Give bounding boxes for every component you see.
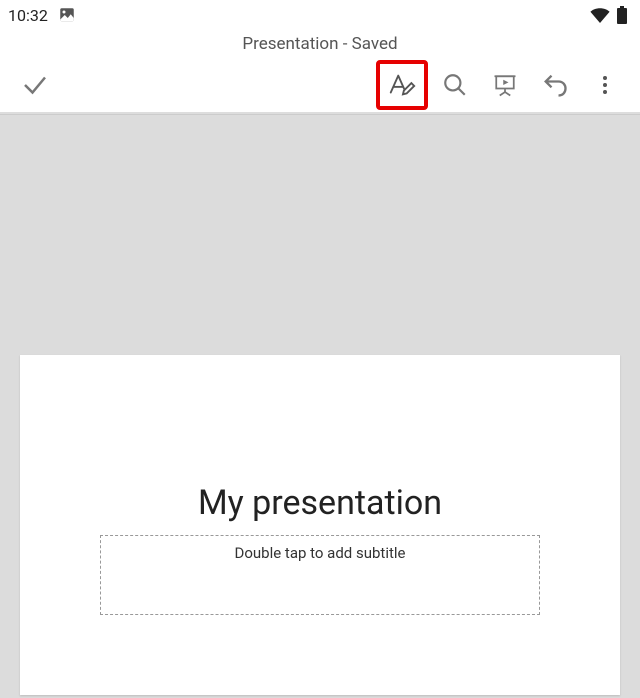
- more-vertical-icon: [593, 73, 617, 97]
- edit-text-button-highlight: [376, 60, 428, 110]
- search-button[interactable]: [430, 61, 480, 109]
- toolbar: [0, 58, 640, 114]
- undo-button[interactable]: [530, 61, 580, 109]
- undo-icon: [541, 71, 569, 99]
- battery-icon: [616, 6, 628, 24]
- image-icon: [58, 6, 76, 24]
- slide[interactable]: My presentation Double tap to add subtit…: [20, 355, 620, 695]
- status-time: 10:32: [8, 6, 48, 25]
- text-pen-icon: [387, 70, 417, 100]
- slide-title[interactable]: My presentation: [40, 483, 600, 523]
- checkmark-icon: [20, 70, 50, 100]
- present-button[interactable]: [480, 61, 530, 109]
- present-icon: [491, 71, 519, 99]
- edit-text-button[interactable]: [380, 64, 424, 106]
- status-bar: 10:32: [0, 0, 640, 30]
- done-button[interactable]: [10, 61, 60, 109]
- wifi-icon: [590, 7, 610, 23]
- search-icon: [442, 72, 468, 98]
- slide-canvas[interactable]: My presentation Double tap to add subtit…: [0, 114, 640, 698]
- slide-subtitle-placeholder[interactable]: Double tap to add subtitle: [100, 535, 540, 615]
- more-button[interactable]: [580, 61, 630, 109]
- document-title: Presentation - Saved: [0, 30, 640, 58]
